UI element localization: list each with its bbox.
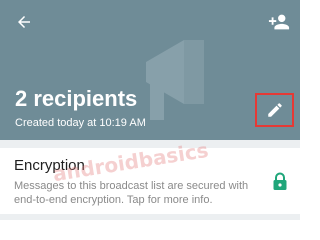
encryption-title: Encryption <box>14 157 85 174</box>
encryption-description: Messages to this broadcast list are secu… <box>14 180 249 206</box>
broadcast-list-info-screen: 2 recipients Created today at 10:19 AM E… <box>0 0 300 220</box>
broadcast-header: 2 recipients Created today at 10:19 AM <box>0 0 300 140</box>
arrow-back-icon <box>18 16 30 28</box>
back-button[interactable] <box>10 8 38 36</box>
add-recipient-button[interactable] <box>264 8 294 36</box>
broadcast-megaphone-icon <box>146 40 204 120</box>
encryption-row[interactable]: Encryption Messages to this broadcast li… <box>0 148 300 214</box>
pencil-icon <box>267 103 282 117</box>
edit-name-button[interactable] <box>255 93 294 127</box>
section-divider <box>0 140 300 148</box>
section-divider-bottom <box>0 214 300 220</box>
broadcast-title: 2 recipients <box>15 86 138 111</box>
lock-icon <box>273 172 287 190</box>
broadcast-created-time: Created today at 10:19 AM <box>15 117 146 129</box>
person-add-icon <box>268 14 290 30</box>
